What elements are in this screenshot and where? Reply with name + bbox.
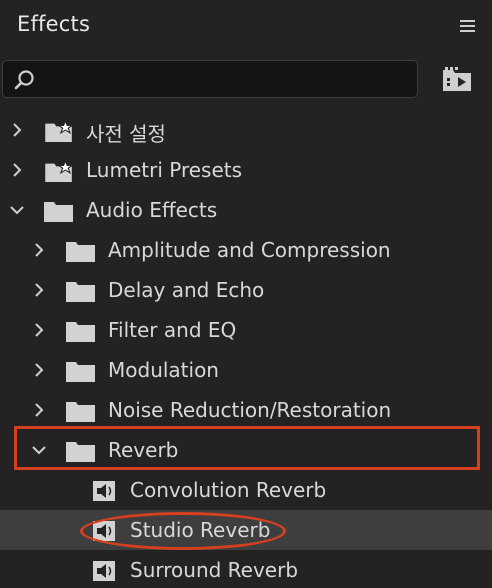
folder-item[interactable]: Lumetri Presets [0,150,492,190]
tree-item-label: Amplitude and Compression [108,238,391,262]
effects-panel: Effects 사전 설정 Lumetri Presets Audio Effect… [0,0,492,588]
hamburger-icon[interactable] [458,17,478,35]
preset-folder-icon [45,160,74,182]
tree-item-label: Audio Effects [86,198,218,222]
tree-item-label: Lumetri Presets [86,158,243,182]
tree-item-label: Modulation [108,358,219,382]
folder-item[interactable]: Reverb [0,430,492,470]
folder-icon [66,362,95,382]
folder-item[interactable]: Modulation [0,350,492,390]
folder-icon [66,402,95,422]
folder-icon [66,442,95,462]
folder-item[interactable]: Noise Reduction/Restoration [0,390,492,430]
tree-item-label: Studio Reverb [130,518,271,542]
effect-item[interactable]: Surround Reverb [0,550,492,588]
panel-title: Effects [17,12,91,36]
folder-item[interactable]: Filter and EQ [0,310,492,350]
new-custom-bin-icon[interactable] [441,64,475,94]
chevron-right-icon[interactable] [30,241,48,259]
audio-effect-icon [93,521,115,541]
folder-icon [66,242,95,262]
effect-item[interactable]: Studio Reverb [0,510,492,550]
chevron-right-icon[interactable] [30,321,48,339]
tree-item-label: Filter and EQ [108,318,237,342]
tree-item-label: Noise Reduction/Restoration [108,398,392,422]
chevron-down-icon[interactable] [8,201,26,219]
tree-item-label: Reverb [108,438,179,462]
tree-item-label: Surround Reverb [130,558,299,582]
chevron-right-icon[interactable] [30,281,48,299]
folder-item[interactable]: Audio Effects [0,190,492,230]
chevron-right-icon[interactable] [30,401,48,419]
panel-header: Effects [0,0,492,54]
folder-item[interactable]: 사전 설정 [0,110,492,150]
folder-item[interactable]: Delay and Echo [0,270,492,310]
audio-effect-icon [93,481,115,501]
folder-icon [66,282,95,302]
folder-icon [44,202,73,222]
search-input[interactable] [43,67,407,93]
chevron-down-icon[interactable] [30,441,48,459]
effects-tree: 사전 설정 Lumetri Presets Audio Effects Amplitu… [0,110,492,588]
folder-item[interactable]: Amplitude and Compression [0,230,492,270]
folder-icon [66,322,95,342]
effect-item[interactable]: Convolution Reverb [0,470,492,510]
chevron-right-icon[interactable] [8,121,26,139]
preset-folder-icon [45,120,74,142]
search-icon [14,70,34,90]
chevron-right-icon[interactable] [30,361,48,379]
tree-item-label: Convolution Reverb [130,478,327,502]
search-box[interactable] [2,60,418,98]
tree-item-label: 사전 설정 [86,122,166,146]
chevron-right-icon[interactable] [8,161,26,179]
audio-effect-icon [93,561,115,581]
tree-item-label: Delay and Echo [108,278,265,302]
